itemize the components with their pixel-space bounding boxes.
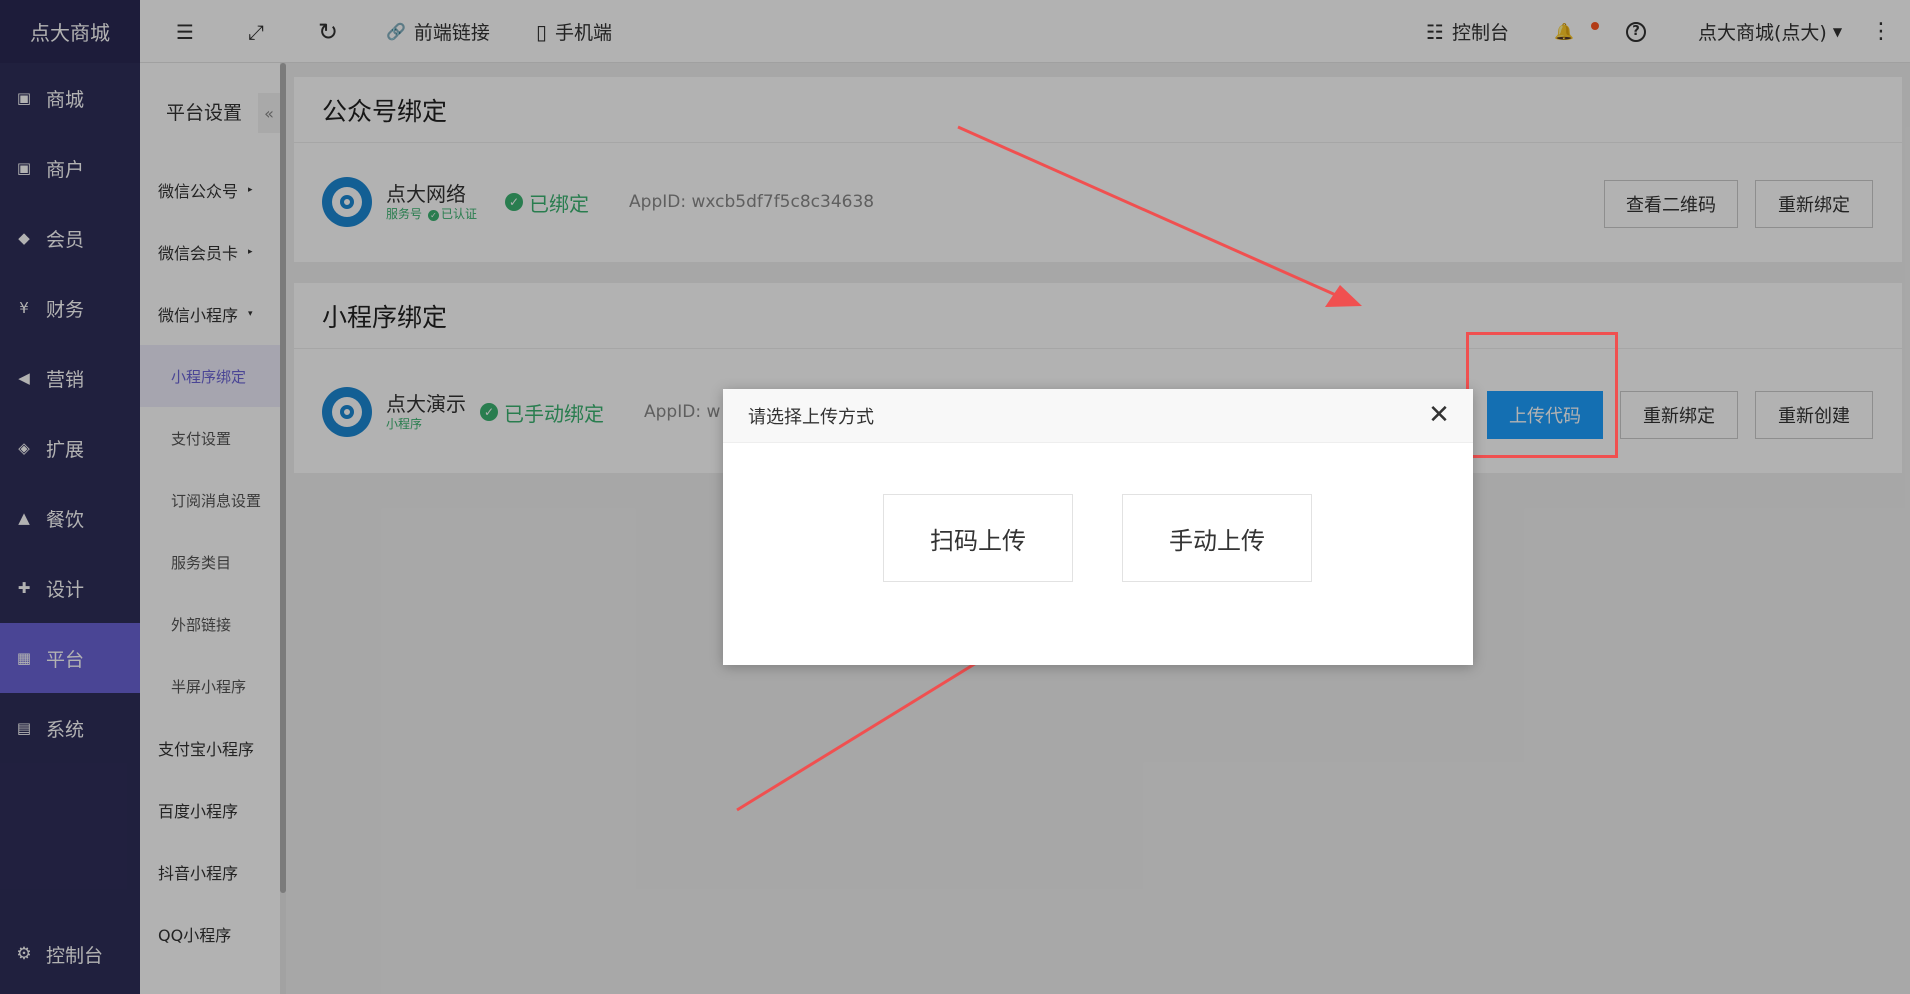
highlight-box (1466, 332, 1618, 458)
close-icon: ✕ (1428, 400, 1450, 430)
upload-method-dialog: 请选择上传方式 ✕ 扫码上传 手动上传 (723, 389, 1473, 665)
manual-upload-button[interactable]: 手动上传 (1122, 494, 1312, 582)
dialog-title: 请选择上传方式 (748, 406, 874, 428)
close-dialog-button[interactable]: ✕ (1425, 401, 1453, 429)
dialog-header: 请选择上传方式 ✕ (723, 389, 1473, 443)
scan-upload-button[interactable]: 扫码上传 (883, 494, 1073, 582)
